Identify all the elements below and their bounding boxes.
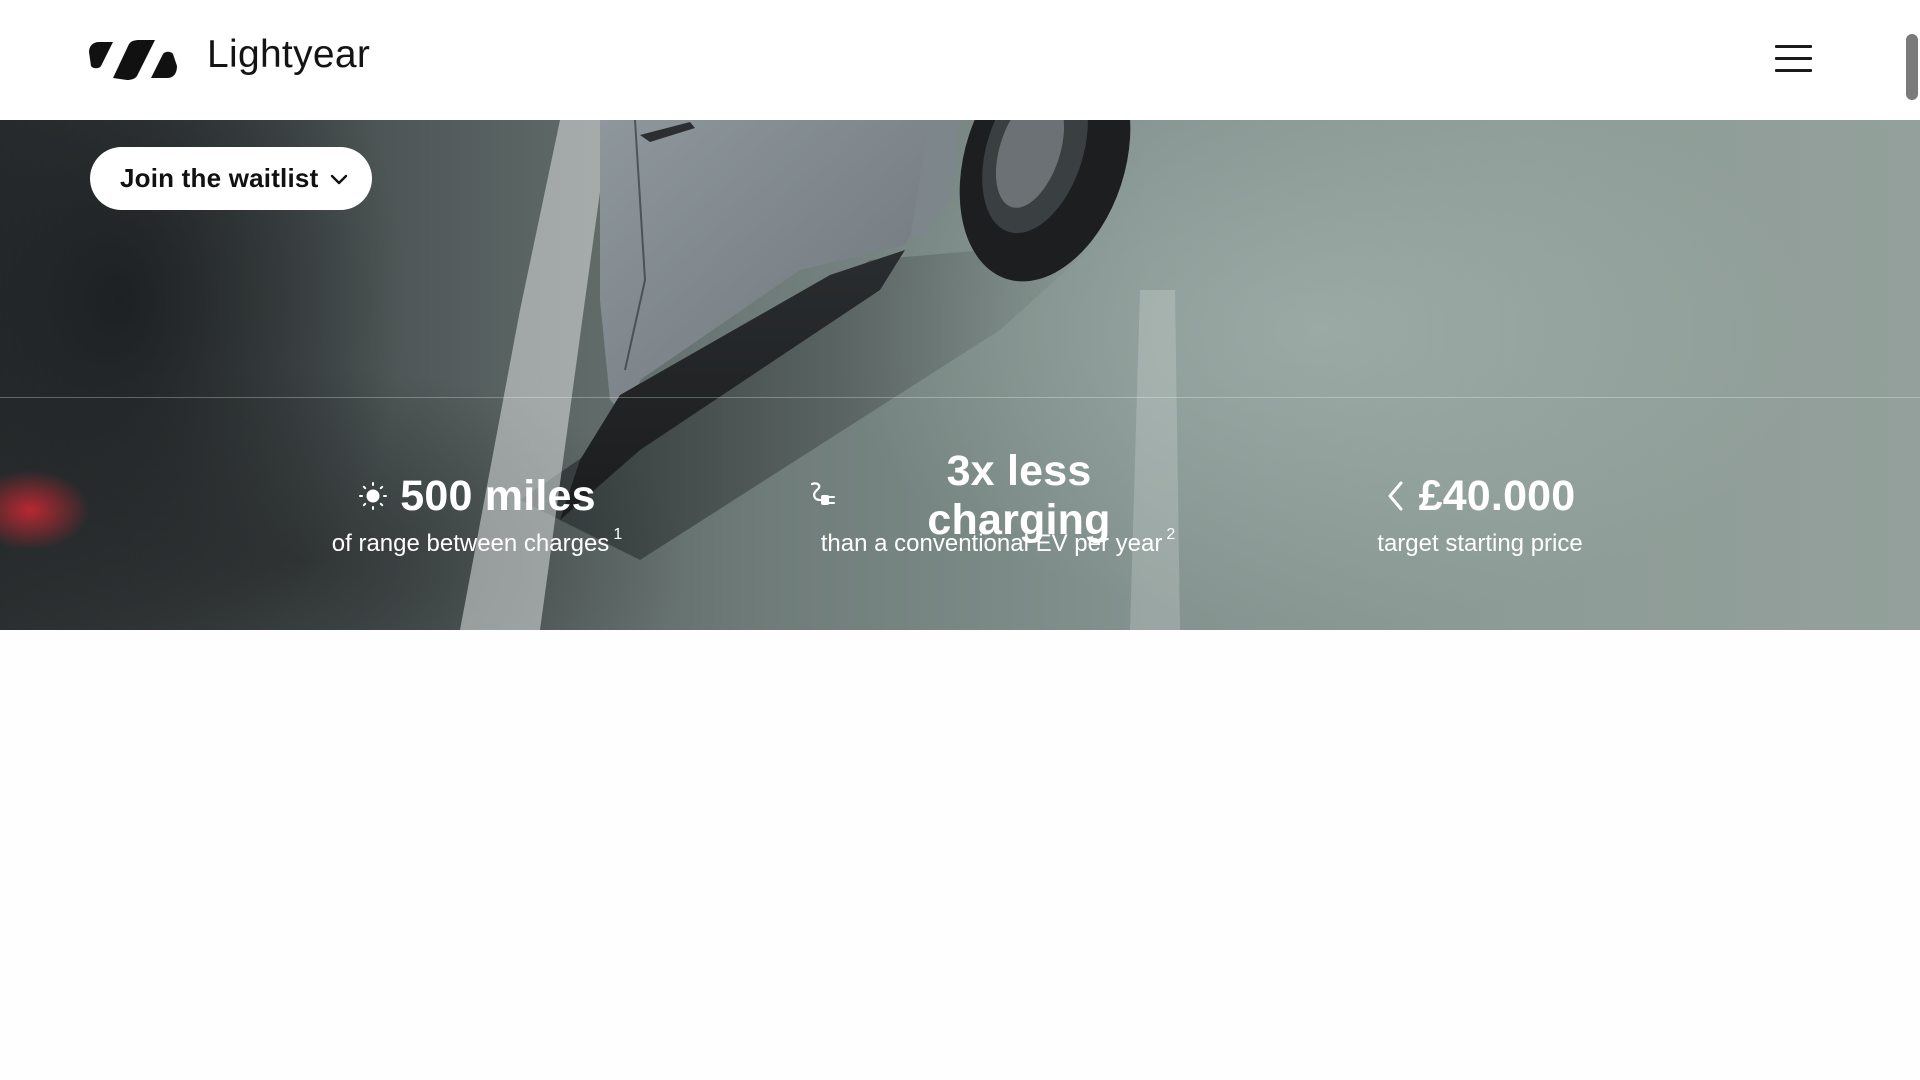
stats-divider [0,397,1920,398]
stat-value: £40.000 [1418,471,1576,520]
footnote-marker[interactable]: 2 [1166,526,1175,543]
site-header: Lightyear [0,0,1920,120]
scrollbar-thumb[interactable] [1906,34,1918,100]
footnote-marker[interactable]: 1 [613,526,622,543]
stat-price: £40.000 target starting price [1352,468,1608,558]
page: Lightyear Join the waitlist 500 miles of… [0,0,1920,1080]
stat-value: 500 miles [400,471,596,520]
stat-charging: 3x less charging than a conventional EV … [808,447,1188,558]
brand-name[interactable]: Lightyear [207,33,370,77]
lightyear-logo-icon[interactable] [89,38,179,82]
stat-range: 500 miles of range between charges 1 [322,468,632,558]
join-waitlist-label: Join the waitlist [120,163,319,193]
stat-caption: than a conventional EV per year [820,530,1163,557]
chevron-down-icon [331,174,348,184]
stat-caption: target starting price [1377,530,1583,557]
hamburger-menu-icon[interactable] [1772,40,1818,80]
sun-icon [358,481,388,511]
chevron-left-icon [1385,480,1407,512]
charging-plug-icon [808,480,838,512]
join-waitlist-button[interactable]: Join the waitlist [90,147,372,210]
stat-caption: of range between charges [331,530,610,557]
